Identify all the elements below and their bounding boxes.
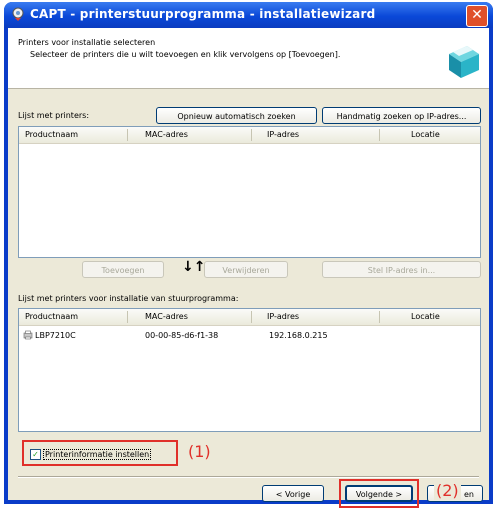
annotation-2: (2) (434, 481, 461, 500)
printer-info-checkbox[interactable]: ✓ (30, 449, 41, 460)
row-product: LBP7210C (35, 331, 76, 340)
window-title: CAPT - printerstuurprogramma - installat… (30, 7, 376, 21)
title-bar[interactable]: CAPT - printerstuurprogramma - installat… (4, 2, 493, 28)
move-arrows-icon: ↓↑ (182, 259, 206, 275)
next-button[interactable]: Volgende > (345, 485, 413, 502)
row-mac: 00-00-85-d6-f1-38 (145, 331, 219, 340)
manual-ip-search-button[interactable]: Handmatig zoeken op IP-adres... (322, 107, 481, 124)
row-ip: 192.168.0.215 (269, 331, 328, 340)
wizard-header: Printers voor installatie selecteren Sel… (8, 28, 489, 89)
header-description: Selecteer de printers die u wilt toevoeg… (30, 50, 341, 59)
installer-window: CAPT - printerstuurprogramma - installat… (4, 2, 493, 508)
table-row[interactable]: LBP7210C 00-00-85-d6-f1-38 192.168.0.215 (19, 328, 480, 342)
install-list-header: Productnaam MAC-adres IP-adres Locatie (19, 309, 480, 326)
printer-info-highlight: ✓ Printerinformatie instellen (22, 440, 178, 466)
col-mac-adres[interactable]: MAC-adres (145, 130, 188, 139)
printers-list-label: Lijst met printers: (18, 111, 90, 120)
annotation-1: (1) (188, 442, 211, 461)
printer-setup-icon (12, 7, 24, 21)
close-button[interactable]: ✕ (466, 5, 488, 27)
printer-installer-icon (449, 46, 479, 78)
header-title: Printers voor installatie selecteren (18, 38, 156, 47)
printers-list-header: Productnaam MAC-adres IP-adres Locatie (19, 127, 480, 144)
printer-icon (23, 330, 33, 340)
install-printers-list[interactable]: Productnaam MAC-adres IP-adres Locatie L… (18, 308, 481, 432)
footer-separator (18, 476, 479, 478)
set-ip-address-button[interactable]: Stel IP-adres in... (322, 261, 481, 278)
install-list-label: Lijst met printers voor installatie van … (18, 294, 239, 303)
col-mac-adres[interactable]: MAC-adres (145, 312, 188, 321)
col-locatie[interactable]: Locatie (411, 130, 440, 139)
col-locatie[interactable]: Locatie (411, 312, 440, 321)
wizard-client-area: Printers voor installatie selecteren Sel… (8, 28, 489, 508)
printers-list[interactable]: Productnaam MAC-adres IP-adres Locatie (18, 126, 481, 258)
col-ip-adres[interactable]: IP-adres (267, 130, 299, 139)
add-button[interactable]: Toevoegen (82, 261, 164, 278)
printer-info-checkbox-label[interactable]: Printerinformatie instellen (43, 449, 152, 460)
col-ip-adres[interactable]: IP-adres (267, 312, 299, 321)
col-productnaam[interactable]: Productnaam (25, 312, 78, 321)
back-button[interactable]: < Vorige (262, 485, 324, 502)
col-productnaam[interactable]: Productnaam (25, 130, 78, 139)
research-auto-button[interactable]: Opnieuw automatisch zoeken (156, 107, 317, 124)
remove-button[interactable]: Verwijderen (204, 261, 288, 278)
